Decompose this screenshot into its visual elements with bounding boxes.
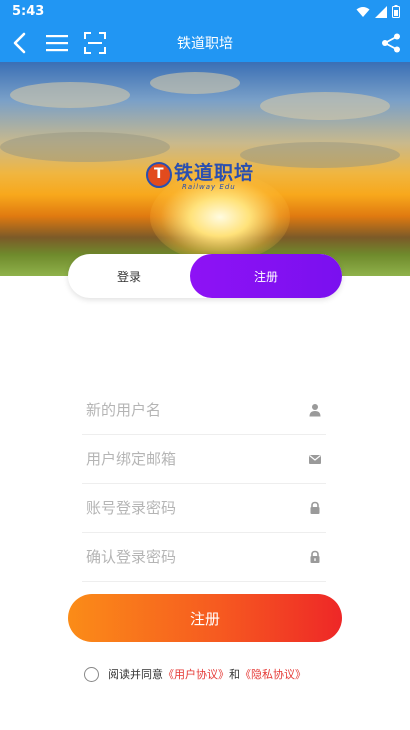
- logo-text: 铁道职培: [174, 162, 255, 184]
- lock-icon: [310, 550, 320, 563]
- banner-image: T 铁道职培 Railway Edu: [0, 62, 410, 276]
- user-agreement-link[interactable]: 《用户协议》: [163, 666, 229, 682]
- status-icons: [356, 5, 400, 18]
- agreement-row: 阅读并同意 《用户协议》 和 《隐私协议》: [84, 666, 306, 682]
- auth-tabs: 登录 注册: [68, 254, 342, 298]
- tab-register[interactable]: 注册: [190, 254, 342, 298]
- email-input[interactable]: [86, 447, 296, 471]
- lock-icon: [310, 501, 320, 514]
- battery-icon: [392, 5, 400, 18]
- agree-checkbox[interactable]: [84, 666, 99, 682]
- app-bar: 铁道职培: [0, 24, 410, 62]
- username-field-row: [82, 386, 326, 435]
- password-input[interactable]: [86, 496, 296, 520]
- email-field-row: [82, 435, 326, 484]
- tab-login[interactable]: 登录: [68, 254, 190, 298]
- agreement-and: 和: [229, 668, 240, 681]
- status-bar: 5:43: [0, 0, 410, 24]
- page-title: 铁道职培: [177, 36, 233, 52]
- status-time: 5:43: [12, 4, 45, 19]
- signal-icon: [375, 5, 387, 18]
- share-button[interactable]: [378, 30, 404, 56]
- logo-subtext: Railway Edu: [182, 183, 236, 191]
- share-icon: [382, 33, 400, 53]
- email-icon: [309, 455, 321, 464]
- logo-mark: T: [146, 162, 172, 188]
- username-input[interactable]: [86, 398, 296, 422]
- register-form: [82, 386, 326, 582]
- password-field-row: [82, 484, 326, 533]
- confirm-password-input[interactable]: [86, 545, 296, 569]
- user-icon: [309, 404, 321, 417]
- wifi-icon: [356, 6, 370, 17]
- agreement-prefix: 阅读并同意: [108, 668, 163, 681]
- register-submit-button[interactable]: 注册: [68, 594, 342, 642]
- brand-logo: T 铁道职培 Railway Edu: [146, 158, 266, 196]
- privacy-agreement-link[interactable]: 《隐私协议》: [240, 666, 306, 682]
- confirm-password-field-row: [82, 533, 326, 582]
